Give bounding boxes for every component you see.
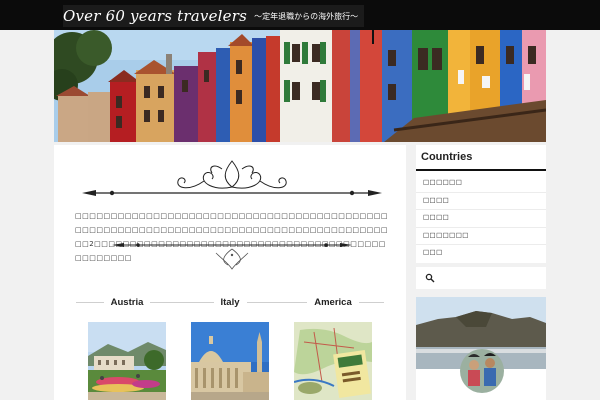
site-title-link[interactable]: Over 60 years travelers 〜定年退職からの海外旅行〜 — [63, 5, 365, 27]
italy-thumbnail[interactable] — [191, 322, 269, 400]
sidebar-country-link[interactable]: □□□□ — [423, 213, 449, 221]
sidebar-country-link[interactable]: □□□ — [423, 248, 443, 256]
sidebar-country-link[interactable]: □□□□□□□ — [423, 231, 469, 239]
country-header-austria: Austria — [76, 296, 179, 308]
divider — [416, 192, 546, 193]
site-header: Over 60 years travelers 〜定年退職からの海外旅行〜 — [0, 0, 600, 30]
countries-title-rule — [416, 169, 546, 171]
country-header-america: America — [282, 296, 384, 308]
countries-widget: Countries □□□□□□ □□□□ □□□□ □□□□□□□ □□□ — [416, 145, 546, 263]
divider — [416, 227, 546, 228]
search-input[interactable] — [436, 272, 540, 284]
ornament-divider-bottom — [112, 243, 352, 270]
country-name-austria[interactable]: Austria — [104, 297, 151, 308]
profile-photo — [416, 297, 546, 400]
country-header-italy: Italy — [178, 296, 283, 308]
sidebar-country-link[interactable]: □□□□ — [423, 196, 449, 204]
ornament-divider-top — [82, 160, 382, 196]
hero-image — [54, 30, 546, 142]
site-subtitle: 〜定年退職からの海外旅行〜 — [254, 12, 359, 21]
country-name-italy[interactable]: Italy — [214, 297, 247, 308]
search-widget — [416, 267, 546, 289]
site-title: Over 60 years travelers — [63, 7, 248, 25]
profile-widget — [416, 297, 546, 400]
divider — [416, 209, 546, 210]
divider — [416, 244, 546, 245]
main-content: □□□□□□□□□□□□□□□□□□□□□□□□□□□□□□□□□□□□□□□□… — [54, 145, 406, 400]
search-icon[interactable] — [425, 273, 435, 283]
sidebar-country-link[interactable]: □□□□□□ — [423, 178, 462, 186]
austria-thumbnail[interactable] — [88, 322, 166, 400]
america-thumbnail[interactable] — [294, 322, 372, 400]
countries-title: Countries — [421, 151, 473, 163]
country-name-america[interactable]: America — [307, 297, 359, 308]
